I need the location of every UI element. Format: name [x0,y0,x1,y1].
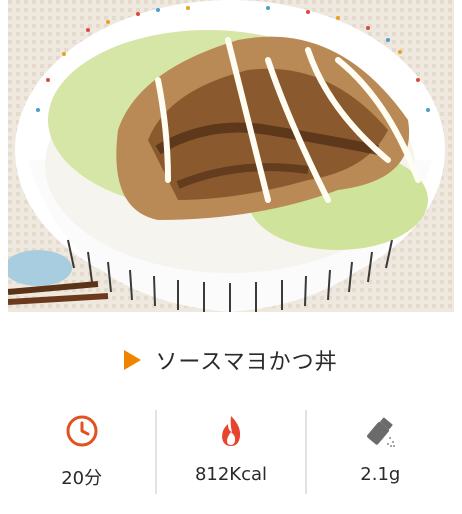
stat-calories: 812Kcal [157,410,307,494]
stat-salt: 2.1g [307,410,454,494]
katsudon-image [8,0,454,312]
salt-value: 2.1g [360,464,401,485]
stat-cooking-time: 20分 [8,410,158,494]
play-icon [124,350,142,370]
cooking-time-value: 20分 [61,468,103,489]
recipe-title-row[interactable]: ソースマヨかつ丼 [0,330,462,390]
salt-shaker-icon [363,414,397,448]
recipe-stats: 20分 812Kcal 2.1g [8,410,454,494]
recipe-title: ソースマヨかつ丼 [155,350,338,375]
flame-icon [214,414,248,448]
clock-icon [65,414,99,448]
calories-value: 812Kcal [194,464,268,485]
recipe-photo[interactable] [8,0,454,312]
